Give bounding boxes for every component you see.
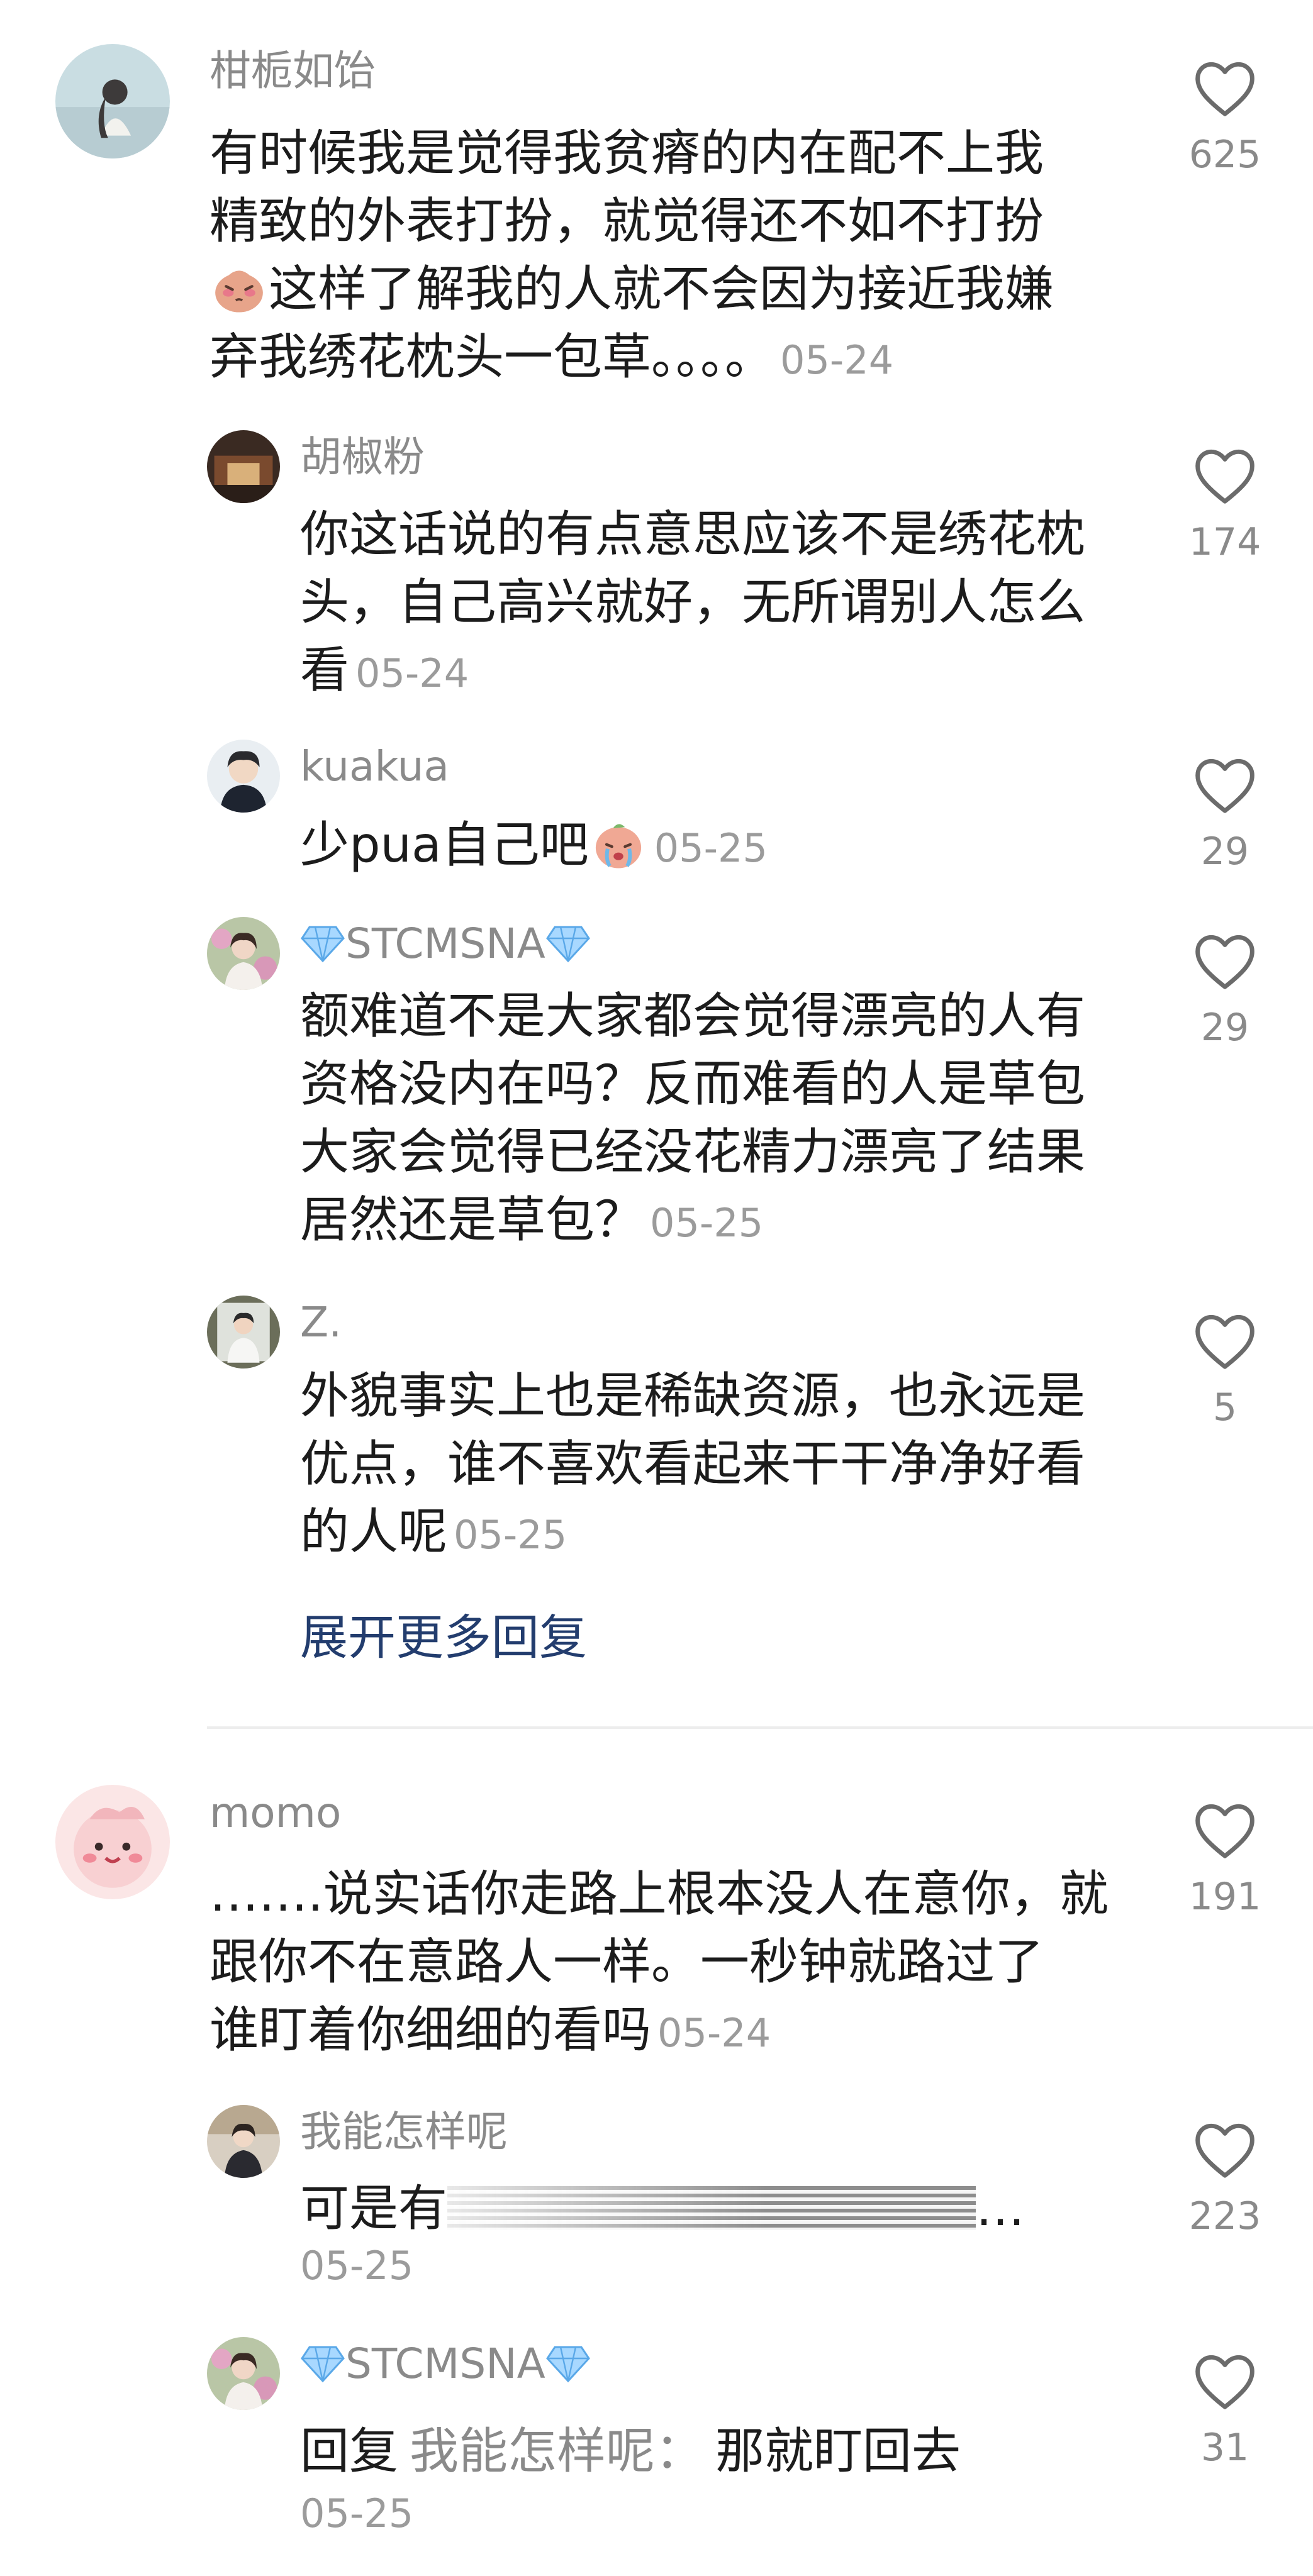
like-count: 174 (1188, 520, 1261, 564)
crying-emoji-icon (595, 824, 641, 869)
reply-date: 05-25 (454, 1512, 567, 1558)
blush-emoji-icon (215, 270, 263, 313)
avatar[interactable] (55, 1785, 170, 1899)
gem-icon (545, 2346, 590, 2383)
reply-text: 你这话说的有点意思应该不是绣花枕 头，自己高兴就好，无所谓别人怎么 看 05-24 (300, 501, 1143, 708)
comment-line: 谁盯着你细细的看吗 05-24 (210, 2002, 771, 2058)
like-count: 5 (1212, 1385, 1238, 1430)
reply-line: 回复 我能怎样呢： 那就盯回去 (300, 2423, 961, 2480)
heart-outline-icon (1195, 2355, 1254, 2409)
comment-username[interactable]: 柑栀如饴 (210, 50, 376, 92)
like-button[interactable]: 174 (1181, 445, 1269, 561)
like-button[interactable]: 223 (1181, 2119, 1269, 2235)
like-button[interactable]: 5 (1181, 1311, 1269, 1426)
reply-date: 05-24 (355, 650, 469, 696)
comment-username[interactable]: momo (210, 1792, 341, 1834)
heart-outline-icon (1195, 935, 1254, 989)
avatar[interactable] (207, 430, 280, 503)
reply-line: 外貌事实上也是稀缺资源，也永远是 (300, 1368, 1086, 1424)
heart-outline-icon (1195, 758, 1254, 813)
reply-line: 大家会觉得已经没花精力漂亮了结果 (300, 1124, 1086, 1180)
reply-line: 额难道不是大家都会觉得漂亮的人有 (300, 988, 1086, 1045)
avatar[interactable] (207, 740, 280, 813)
like-count: 625 (1188, 133, 1261, 177)
avatar[interactable] (55, 44, 170, 158)
like-button[interactable]: 625 (1181, 58, 1269, 174)
comment-line: 有时候我是觉得我贫瘠的内在配不上我 (210, 125, 1044, 182)
reply-text: 少pua自己吧 05-25 (300, 811, 1143, 882)
like-button[interactable]: 191 (1181, 1800, 1269, 1916)
reply-username[interactable]: Z. (300, 1302, 342, 1343)
avatar[interactable] (207, 2337, 280, 2410)
comment-line: 精致的外表打扮，就觉得还不如不打扮 (210, 193, 1044, 250)
avatar[interactable] (207, 2105, 280, 2178)
reply-text: 回复 我能怎样呢： 那就盯回去 (300, 2418, 1143, 2485)
comment-line: 弃我绣花枕头一包草。。。。 05-24 (210, 329, 894, 386)
avatar[interactable] (207, 917, 280, 990)
reply-username[interactable]: 胡椒粉 (300, 436, 425, 478)
reply-username[interactable]: STCMSNA (300, 2343, 591, 2385)
heart-outline-icon (1195, 449, 1254, 504)
reply-username[interactable]: 我能怎样呢 (300, 2111, 508, 2153)
like-count: 29 (1200, 1006, 1249, 1050)
heart-outline-icon (1195, 1314, 1254, 1369)
blurred-text (447, 2186, 976, 2230)
like-button[interactable]: 29 (1181, 755, 1269, 870)
comment-text: …….说实话你走路上根本没人在意你，就 跟你不在意路人一样。一秒钟就路过了 谁盯… (210, 1860, 1141, 2067)
reply-line: 的人呢 05-25 (300, 1504, 567, 1560)
reply-date: 05-25 (300, 2490, 414, 2536)
reply-line: 居然还是草包？ 05-25 (300, 1192, 764, 1248)
like-count: 31 (1200, 2426, 1249, 2470)
like-count: 191 (1188, 1875, 1261, 1919)
reply-line: 可是有… (300, 2180, 1025, 2237)
reply-text: 额难道不是大家都会觉得漂亮的人有 资格没内在吗？反而难看的人是草包 大家会觉得已… (300, 982, 1143, 1257)
avatar[interactable] (207, 1296, 280, 1368)
reply-line: 看 05-24 (300, 642, 469, 699)
gem-icon (301, 926, 345, 963)
comment-text: 有时候我是觉得我贫瘠的内在配不上我 精致的外表打扮，就觉得还不如不打扮 这样了解… (210, 119, 1141, 394)
like-button[interactable]: 31 (1181, 2351, 1269, 2467)
divider (207, 1726, 1313, 1729)
gem-icon (301, 2346, 345, 2383)
heart-outline-icon (1195, 62, 1254, 116)
expand-more-replies-link[interactable]: 展开更多回复 (300, 1614, 587, 1662)
like-button[interactable]: 29 (1181, 931, 1269, 1046)
comment-date: 05-24 (780, 337, 894, 383)
reply-username[interactable]: STCMSNA (300, 923, 591, 965)
comment-line: …….说实话你走路上根本没人在意你，就 (210, 1866, 1109, 1923)
heart-outline-icon (1195, 1804, 1254, 1858)
reply-text: 可是有… (300, 2175, 1143, 2243)
gem-icon (545, 926, 590, 963)
reply-line: 少pua自己吧 05-25 (300, 817, 768, 874)
like-count: 223 (1188, 2194, 1261, 2238)
reply-text: 外貌事实上也是稀缺资源，也永远是 优点，谁不喜欢看起来干干净净好看 的人呢 05-… (300, 1362, 1143, 1569)
reply-to-username[interactable]: 我能怎样呢： (410, 2423, 704, 2480)
reply-line: 资格没内在吗？反而难看的人是草包 (300, 1056, 1086, 1113)
reply-date: 05-25 (654, 825, 768, 871)
heart-outline-icon (1195, 2123, 1254, 2178)
reply-line: 你这话说的有点意思应该不是绣花枕 (300, 506, 1086, 563)
reply-username[interactable]: kuakua (300, 746, 449, 787)
reply-line: 优点，谁不喜欢看起来干干净净好看 (300, 1436, 1086, 1492)
like-count: 29 (1200, 830, 1249, 874)
reply-date: 05-25 (650, 1200, 764, 1246)
comment-line: 这样了解我的人就不会因为接近我嫌 (210, 255, 1141, 323)
reply-line: 头，自己高兴就好，无所谓别人怎么 (300, 574, 1086, 631)
reply-date: 05-25 (300, 2243, 414, 2289)
comment-date: 05-24 (657, 2010, 771, 2056)
comment-line: 跟你不在意路人一样。一秒钟就路过了 (210, 1934, 1044, 1990)
